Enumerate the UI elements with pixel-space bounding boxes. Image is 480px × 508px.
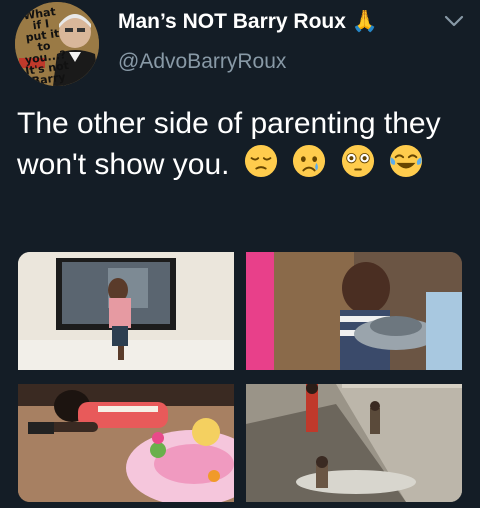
children-in-flooded-yard-photo bbox=[246, 384, 462, 502]
media-image-tv-climb[interactable] bbox=[18, 252, 234, 370]
tears-of-joy-face-icon bbox=[389, 144, 422, 178]
tweet-body: The other side of parenting they won't s… bbox=[17, 107, 441, 181]
crying-face-icon bbox=[293, 144, 326, 178]
media-image-flooded-yard[interactable] bbox=[246, 384, 462, 502]
pensive-face-icon bbox=[244, 144, 277, 178]
media-image-floor-toy[interactable] bbox=[18, 384, 234, 502]
flushed-face-icon bbox=[341, 144, 374, 178]
username[interactable]: @AdvoBarryRoux bbox=[118, 50, 286, 74]
media-image-child-pot[interactable] bbox=[246, 252, 462, 370]
tweet-header: What if I put it to you...? It's not Bar… bbox=[0, 0, 480, 90]
tweet-text: The other side of parenting they won't s… bbox=[17, 104, 467, 185]
child-climbing-tv-photo bbox=[18, 252, 234, 370]
media-grid bbox=[18, 252, 462, 502]
avatar-caption: What if I put it to you...? It's not Bar… bbox=[15, 5, 76, 86]
child-drinking-from-pot-photo bbox=[246, 252, 462, 370]
child-lying-on-floor-toy-photo bbox=[18, 384, 234, 502]
chevron-down-icon[interactable] bbox=[444, 14, 464, 28]
display-name[interactable]: Man’s NOT Barry Roux 🙏 bbox=[118, 10, 378, 34]
avatar[interactable]: What if I put it to you...? It's not Bar… bbox=[15, 2, 99, 86]
